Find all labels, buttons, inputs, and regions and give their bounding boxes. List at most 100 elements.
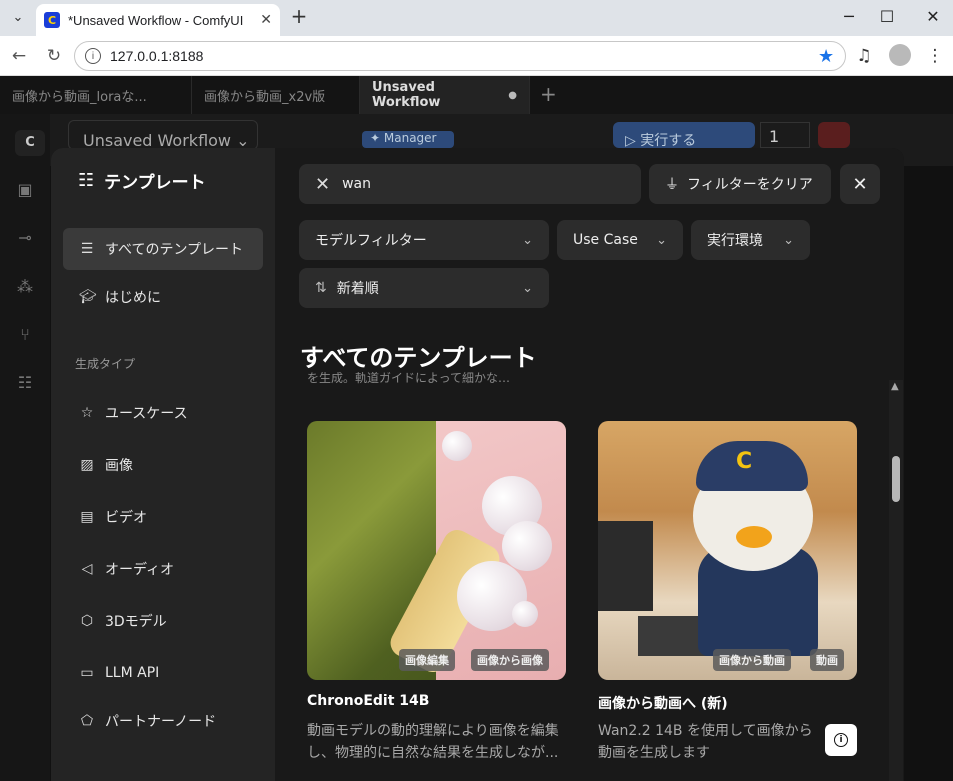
workflow-name-menu[interactable]: Unsaved Workflow ⌄ — [68, 120, 258, 150]
sidebar-item-label: 3Dモデル — [105, 614, 167, 630]
chevron-down-icon: ⌄ — [783, 232, 794, 248]
media-control-icon[interactable]: ♫ — [852, 44, 876, 68]
card-tag: 動画 — [810, 649, 844, 671]
sidebar-item-label: LLM API — [105, 665, 160, 681]
add-workflow-icon[interactable]: + — [540, 82, 557, 106]
batch-count-input[interactable]: 1 — [760, 122, 810, 148]
card-tag-label: 動画 — [816, 654, 838, 667]
new-tab-icon[interactable]: + — [288, 6, 310, 28]
film-icon: ▤ — [80, 509, 94, 525]
bookmark-star-icon[interactable]: ★ — [818, 46, 834, 67]
run-button[interactable]: ▷ 実行する — [613, 122, 755, 149]
nodes-icon[interactable]: ⊸ — [13, 226, 37, 250]
bubble — [442, 431, 472, 461]
search-value: wan — [342, 176, 371, 192]
runtime-env-label: 実行環境 — [707, 233, 763, 249]
cube-icon: ⬡ — [80, 613, 94, 629]
card-tag: 画像から画像 — [471, 649, 549, 671]
filter-clear-icon: ⏚ — [665, 177, 679, 193]
card-tag-label: 画像編集 — [405, 654, 449, 667]
models-icon[interactable]: ⁂ — [13, 275, 37, 299]
site-info-icon[interactable]: i — [85, 48, 101, 64]
browser-tab-title: *Unsaved Workflow - ComfyUI — [68, 12, 244, 28]
close-modal-button[interactable]: ✕ — [840, 164, 880, 204]
back-icon[interactable]: ← — [7, 44, 31, 68]
runtime-env-dropdown[interactable]: 実行環境 ⌄ — [691, 220, 810, 260]
use-case-dropdown[interactable]: Use Case ⌄ — [557, 220, 683, 260]
tab-search-dropdown-icon[interactable]: ⌄ — [6, 6, 30, 28]
browser-tab[interactable]: C *Unsaved Workflow - ComfyUI ✕ — [36, 4, 280, 36]
clear-filters-label: フィルターをクリア — [687, 177, 813, 193]
manager-button[interactable]: ✦ Manager — [362, 131, 454, 148]
card-tag: 画像から動画 — [713, 649, 791, 671]
card-title[interactable]: ChronoEdit 14B — [307, 693, 429, 709]
run-label: 実行する — [640, 133, 697, 149]
cancel-run-button[interactable] — [818, 122, 850, 148]
url-text: 127.0.0.1:8188 — [110, 48, 204, 64]
workflow-tab[interactable]: 画像から動画_loraな... — [0, 76, 192, 114]
sidebar-item-llm-api[interactable]: ▭ LLM API — [63, 652, 263, 694]
sidebar-item-3d-model[interactable]: ⬡ 3Dモデル — [63, 600, 263, 642]
card-tag-label: 画像から動画 — [719, 654, 785, 667]
card-description: 動画モデルの動的理解により画像を編集し、物理的に自然な結果を生成しなが... — [307, 723, 559, 761]
chevron-down-icon: ⌄ — [656, 232, 667, 248]
sidebar-item-all-templates[interactable]: ☰ すべてのテンプレート — [63, 228, 263, 270]
bubble — [512, 601, 538, 627]
sidebar-item-label: ユースケース — [105, 406, 188, 422]
sidebar-item-image[interactable]: ▨ 画像 — [63, 444, 263, 486]
minimize-icon[interactable]: ─ — [837, 6, 861, 28]
workflow-tab-active[interactable]: Unsaved Workflow ● — [360, 76, 530, 114]
manager-label: Manager — [383, 131, 437, 145]
comfy-left-sidebar — [0, 114, 50, 781]
card-tag: 画像編集 — [399, 649, 455, 671]
template-card-thumbnail[interactable]: 画像編集 画像から画像 — [307, 421, 566, 680]
sidebar-item-label: オーディオ — [105, 562, 175, 578]
workflows-icon[interactable]: ⑂ — [13, 323, 37, 347]
sort-dropdown[interactable]: ⇅ 新着順 ⌄ — [299, 268, 549, 308]
batch-count-value: 1 — [769, 127, 780, 146]
sidebar-item-getting-started[interactable]: 🎓︎ はじめに — [63, 276, 263, 318]
info-icon: i — [834, 733, 848, 747]
sidebar-item-audio[interactable]: ◁ オーディオ — [63, 548, 263, 590]
sidebar-item-use-case[interactable]: ☆ ユースケース — [63, 392, 263, 434]
sidebar-item-video[interactable]: ▤ ビデオ — [63, 496, 263, 538]
sidebar-item-label: すべてのテンプレート — [105, 242, 244, 258]
images-icon[interactable]: ▣ — [13, 178, 37, 202]
template-card-thumbnail[interactable]: C 画像から動画 動画 — [598, 421, 857, 680]
close-window-icon[interactable]: ✕ — [921, 6, 945, 28]
profile-avatar[interactable] — [889, 44, 911, 66]
scrollbar[interactable] — [889, 380, 903, 781]
bubble — [502, 521, 552, 571]
chevron-down-icon: ⌄ — [522, 232, 533, 248]
speaker-icon: ◁ — [81, 561, 93, 577]
scroll-up-icon[interactable]: ▲ — [891, 381, 899, 392]
info-button[interactable]: i — [825, 724, 857, 756]
section-label: 生成タイプ — [75, 357, 136, 371]
sidebar-item-partner-nodes[interactable]: ⬠ パートナーノード — [63, 700, 263, 742]
templates-icon[interactable]: ☷ — [13, 371, 37, 395]
scrollbar-thumb[interactable] — [892, 456, 900, 502]
reload-icon[interactable]: ↻ — [42, 44, 66, 68]
sidebar-item-label: 画像 — [105, 458, 133, 474]
browser-menu-icon[interactable]: ⋮ — [923, 44, 947, 68]
maximize-icon[interactable]: ☐ — [875, 6, 899, 28]
sidebar-title: ☷ テンプレート — [78, 168, 206, 193]
model-filter-dropdown[interactable]: モデルフィルター ⌄ — [299, 220, 549, 260]
close-icon: ✕ — [852, 173, 868, 195]
sidebar-item-label: はじめに — [105, 290, 161, 306]
template-icon: ☷ — [78, 170, 95, 191]
page-title: すべてのテンプレート — [300, 344, 537, 372]
comfy-logo-icon[interactable]: C — [15, 130, 45, 156]
card-title[interactable]: 画像から動画へ (新) — [598, 693, 728, 713]
clear-filters-button[interactable]: ⏚ フィルターをクリア — [649, 164, 831, 204]
close-tab-icon[interactable]: ✕ — [260, 12, 272, 28]
sidebar-item-label: ビデオ — [105, 510, 147, 526]
search-input[interactable]: ✕ wan — [299, 164, 641, 204]
unsaved-dot-icon: ● — [508, 89, 517, 101]
workflow-tab[interactable]: 画像から動画_x2v版 — [192, 76, 360, 114]
model-filter-label: モデルフィルター — [315, 233, 427, 249]
clear-search-icon[interactable]: ✕ — [315, 174, 330, 195]
url-field[interactable]: i 127.0.0.1:8188 — [74, 41, 846, 71]
sort-label: 新着順 — [336, 281, 379, 297]
workflow-tab-label: 画像から動画_x2v版 — [204, 89, 326, 105]
